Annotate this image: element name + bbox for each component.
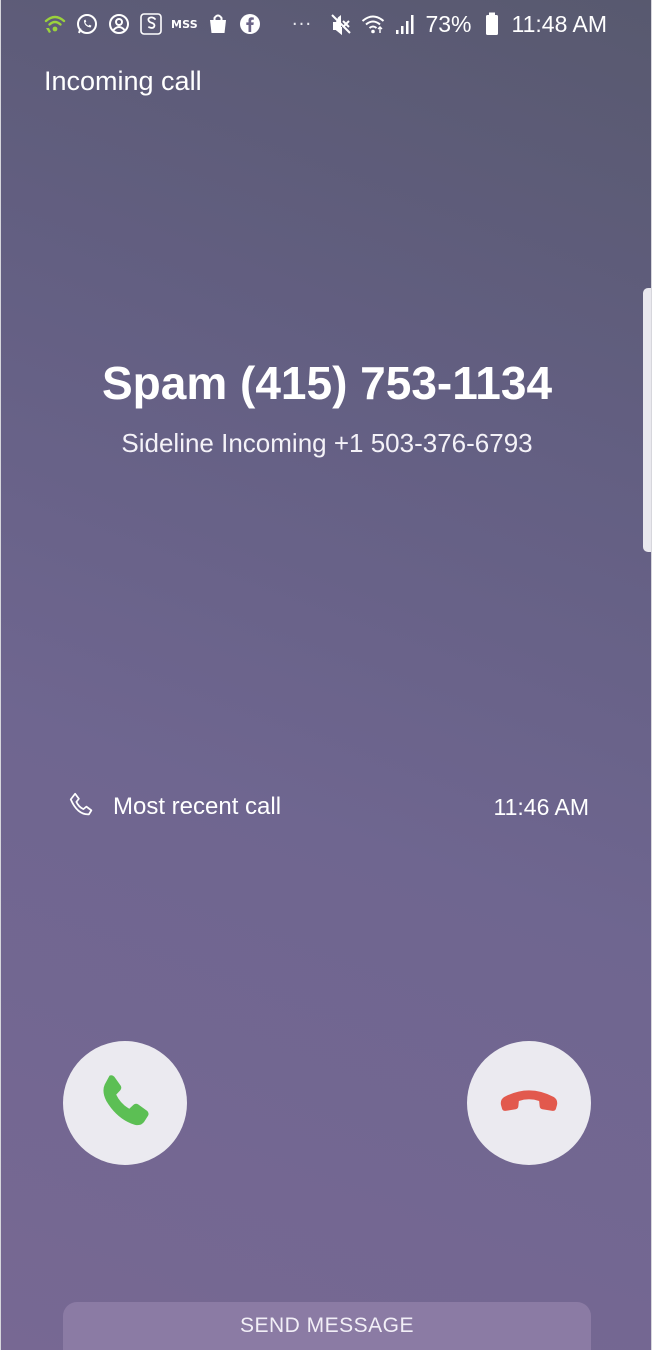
status-bar-system: 73% 11:48 AM <box>329 11 607 38</box>
decline-call-button[interactable] <box>467 1041 591 1165</box>
status-clock: 11:48 AM <box>511 10 607 37</box>
facebook-icon <box>238 12 262 36</box>
most-recent-call-row: Most recent call 11:46 AM <box>67 790 589 824</box>
caller-line-info: Sideline Incoming +1 503-376-6793 <box>121 428 533 458</box>
accept-call-button[interactable] <box>63 1041 187 1165</box>
wifi-icon <box>361 12 385 36</box>
status-bar: MSS ··· 73% 11:48 AM <box>1 0 651 48</box>
sideline-icon <box>139 12 163 36</box>
most-recent-call-time: 11:46 AM <box>493 793 589 820</box>
signal-icon <box>393 12 417 36</box>
account-icon <box>107 12 131 36</box>
send-message-button[interactable]: SEND MESSAGE <box>63 1302 591 1350</box>
status-bar-notifications: MSS ··· <box>43 12 312 36</box>
whatsapp-icon <box>75 12 99 36</box>
caller-name: Spam (415) 753-1134 <box>101 357 553 409</box>
wifi-calling-icon <box>43 12 67 36</box>
screen-title: Incoming call <box>44 66 202 96</box>
phone-accept-icon <box>93 1069 157 1137</box>
phone-decline-icon <box>497 1069 561 1137</box>
more-notifications-dots: ··· <box>291 13 313 35</box>
mss-label: MSS <box>171 17 198 31</box>
phone-outline-icon <box>67 790 97 824</box>
mute-icon <box>329 12 353 36</box>
most-recent-call-label: Most recent call <box>113 793 282 820</box>
incoming-call-screen: MSS ··· 73% 11:48 AM Incoming call Spam … <box>0 0 652 1350</box>
shopping-bag-icon <box>206 12 230 36</box>
edge-panel-handle[interactable] <box>643 288 651 552</box>
battery-icon <box>480 12 504 36</box>
battery-percent: 73% <box>425 10 472 37</box>
